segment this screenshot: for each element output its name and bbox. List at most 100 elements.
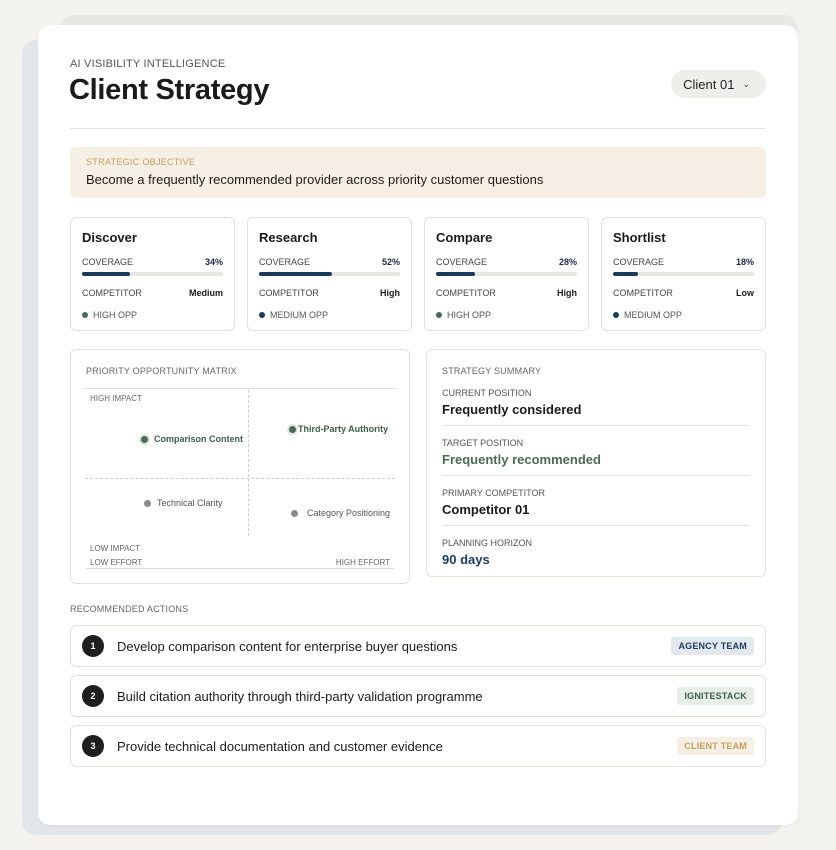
coverage-bar <box>613 272 754 276</box>
stage-card-shortlist[interactable]: Shortlist COVERAGE 18% COMPETITOR Low MEDI… <box>601 217 766 331</box>
status-dot <box>82 312 88 318</box>
coverage-value: 18% <box>735 257 754 267</box>
summary-planning-horizon: PLANNING HORIZON 90 days <box>442 538 750 575</box>
coverage-bar-fill <box>82 272 130 276</box>
matrix-title: PRIORITY OPPORTUNITY MATRIX <box>86 366 237 376</box>
objective-label: STRATEGIC OBJECTIVE <box>86 157 196 167</box>
competitor-value: Low <box>736 288 754 298</box>
coverage-label: COVERAGE <box>82 257 134 267</box>
eyebrow-label: AI VISIBILITY INTELLIGENCE <box>70 58 226 70</box>
coverage-value: 52% <box>381 257 400 267</box>
action-text: Build citation authority through third-p… <box>117 688 483 704</box>
stage-name: Compare <box>436 230 493 245</box>
summary-key: PLANNING HORIZON <box>442 538 533 548</box>
point-marker <box>291 509 298 517</box>
stage-name: Discover <box>82 230 137 245</box>
axis-high-impact: HIGH IMPACT <box>90 394 142 403</box>
coverage-label: COVERAGE <box>613 257 665 267</box>
recommended-actions-title: RECOMMENDED ACTIONS <box>70 604 189 614</box>
summary-target-position: TARGET POSITION Frequently recommended <box>442 438 750 476</box>
strategy-summary: STRATEGY SUMMARY CURRENT POSITION Freque… <box>426 349 766 577</box>
client-select[interactable]: Client 01 ⌄ <box>671 70 766 98</box>
stage-card-discover[interactable]: Discover COVERAGE 34% COMPETITOR Medium HI… <box>70 217 235 331</box>
status-dot <box>436 312 442 318</box>
competitor-label: COMPETITOR <box>259 288 319 298</box>
owner-badge: IGNITESTACK <box>677 687 754 705</box>
action-text: Provide technical documentation and cust… <box>117 738 443 754</box>
competitor-value: Medium <box>188 288 223 298</box>
competitor-value: High <box>557 288 577 298</box>
opportunity-label: HIGH OPP <box>447 310 492 320</box>
summary-value: 90 days <box>442 552 490 567</box>
matrix-point-comparison-content[interactable]: Comparison Content <box>141 434 243 444</box>
competitor-label: COMPETITOR <box>82 288 142 298</box>
opportunity-badge: HIGH OPP <box>82 310 223 320</box>
stage-card-research[interactable]: Research COVERAGE 52% COMPETITOR High MEDI… <box>247 217 412 331</box>
opportunity-label: MEDIUM OPP <box>270 310 329 320</box>
summary-key: CURRENT POSITION <box>442 388 532 398</box>
opportunity-badge: HIGH OPP <box>436 310 577 320</box>
point-marker <box>289 425 296 433</box>
matrix-bottom-line <box>85 568 395 569</box>
coverage-bar <box>259 272 400 276</box>
point-marker <box>141 435 148 443</box>
stage-name: Research <box>259 230 318 245</box>
objective-text: Become a frequently recommended provider… <box>86 172 544 187</box>
action-item[interactable]: 2 Build citation authority through third… <box>70 675 766 717</box>
matrix-point-third-party-authority[interactable]: Third-Party Authority <box>289 424 388 434</box>
summary-key: PRIMARY COMPETITOR <box>442 488 546 498</box>
matrix-point-technical-clarity[interactable]: Technical Clarity <box>144 498 223 508</box>
competitor-label: COMPETITOR <box>613 288 673 298</box>
divider <box>70 128 766 129</box>
opportunity-label: MEDIUM OPP <box>624 310 683 320</box>
action-number: 3 <box>82 735 104 757</box>
status-dot <box>259 312 265 318</box>
coverage-bar <box>436 272 577 276</box>
point-label: Third-Party Authority <box>298 424 389 434</box>
coverage-label: COVERAGE <box>259 257 311 267</box>
matrix-point-category-positioning[interactable]: Category Positioning <box>291 508 390 518</box>
coverage-value: 28% <box>558 257 577 267</box>
client-select-label: Client 01 <box>683 76 735 92</box>
status-dot <box>613 312 619 318</box>
strategic-objective: STRATEGIC OBJECTIVE Become a frequently … <box>70 147 766 198</box>
action-item[interactable]: 3 Provide technical documentation and cu… <box>70 725 766 767</box>
coverage-label: COVERAGE <box>436 257 488 267</box>
action-number: 1 <box>82 635 104 657</box>
action-text: Develop comparison content for enterpris… <box>117 638 458 654</box>
matrix-top-line <box>85 388 395 389</box>
stage-cards: Discover COVERAGE 34% COMPETITOR Medium HI… <box>70 217 766 331</box>
coverage-bar-fill <box>259 272 333 276</box>
owner-badge: CLIENT TEAM <box>677 737 754 755</box>
coverage-value: 34% <box>204 257 223 267</box>
summary-key: TARGET POSITION <box>442 438 524 448</box>
summary-primary-competitor: PRIMARY COMPETITOR Competitor 01 <box>442 488 750 526</box>
axis-low-impact: LOW IMPACT <box>90 544 141 553</box>
axis-low-effort: LOW EFFORT <box>90 558 143 567</box>
summary-value: Competitor 01 <box>442 502 530 517</box>
priority-opportunity-matrix: PRIORITY OPPORTUNITY MATRIX HIGH IMPACT … <box>70 349 410 584</box>
coverage-bar <box>82 272 223 276</box>
matrix-mid-vertical <box>248 390 249 536</box>
owner-badge: AGENCY TEAM <box>671 637 754 655</box>
competitor-value: High <box>380 288 400 298</box>
point-label: Category Positioning <box>307 508 391 518</box>
point-marker <box>144 499 151 507</box>
opportunity-badge: MEDIUM OPP <box>613 310 754 320</box>
competitor-label: COMPETITOR <box>436 288 496 298</box>
summary-value: Frequently recommended <box>442 452 601 467</box>
matrix-mid-horizontal <box>85 478 395 479</box>
strategy-card: AI VISIBILITY INTELLIGENCE Client Strate… <box>38 25 798 825</box>
page-title: Client Strategy <box>69 74 270 106</box>
opportunity-label: HIGH OPP <box>93 310 138 320</box>
action-number: 2 <box>82 685 104 707</box>
stage-name: Shortlist <box>613 230 666 245</box>
stage-card-compare[interactable]: Compare COVERAGE 28% COMPETITOR High HIGH … <box>424 217 589 331</box>
point-label: Technical Clarity <box>157 498 223 508</box>
summary-value: Frequently considered <box>442 402 582 417</box>
coverage-bar-fill <box>613 272 639 276</box>
summary-current-position: CURRENT POSITION Frequently considered <box>442 388 750 426</box>
action-item[interactable]: 1 Develop comparison content for enterpr… <box>70 625 766 667</box>
chevron-down-icon: ⌄ <box>742 78 750 89</box>
opportunity-badge: MEDIUM OPP <box>259 310 400 320</box>
